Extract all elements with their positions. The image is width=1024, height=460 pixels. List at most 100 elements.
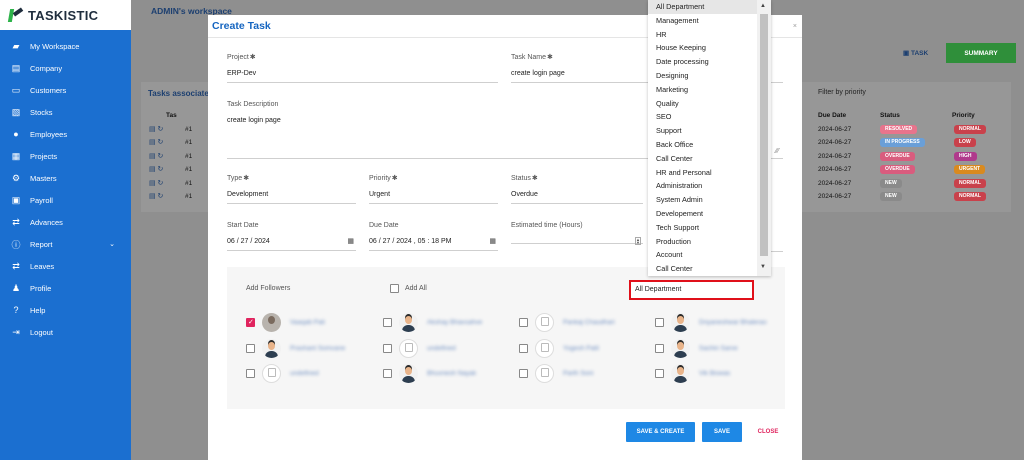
follower-checkbox[interactable]	[519, 344, 528, 353]
follower-checkbox[interactable]	[383, 344, 392, 353]
filter-by-priority[interactable]: Filter by priority	[818, 89, 866, 96]
department-option[interactable]: Quality	[648, 97, 758, 111]
sidebar-item-advances[interactable]: ⇄ Advances	[0, 211, 131, 233]
column-priority: Priority	[952, 112, 975, 119]
department-option[interactable]: Administration	[648, 179, 758, 193]
close-icon[interactable]: ×	[793, 23, 797, 30]
avatar	[262, 339, 281, 358]
department-option[interactable]: House Keeping	[648, 41, 758, 55]
follower-item[interactable]: Yogesh Patil	[535, 339, 599, 358]
add-all-checkbox[interactable]	[390, 284, 399, 293]
department-option[interactable]: Back Office	[648, 138, 758, 152]
follower-item[interactable]: Pankaj Chaudhari	[535, 313, 615, 332]
scroll-up-icon[interactable]: ▲	[760, 3, 766, 9]
department-option[interactable]: All Department	[648, 0, 758, 14]
department-dropdown-list: All Department Management HR House Keeping D…	[648, 0, 771, 276]
add-task-button[interactable]: ▣ TASK	[903, 49, 928, 57]
priority-badge: NORMAL	[954, 192, 986, 201]
department-option[interactable]: Production	[648, 235, 758, 249]
follower-checkbox[interactable]	[655, 344, 664, 353]
app-name: TASKISTIC	[28, 7, 99, 23]
row-actions-icon[interactable]: ▤ ↻	[149, 125, 163, 133]
sidebar-item-customers[interactable]: ▭ Customers	[0, 79, 131, 101]
follower-checkbox[interactable]	[519, 369, 528, 378]
follower-item[interactable]: Parth Soni	[535, 364, 593, 383]
follower-item[interactable]: undefined	[399, 339, 456, 358]
save-and-create-button[interactable]: SAVE & CREATE	[626, 422, 695, 442]
department-option[interactable]: Date processing	[648, 55, 758, 69]
department-option[interactable]: Call Center	[648, 262, 758, 276]
row-actions-icon[interactable]: ▤ ↻	[149, 165, 163, 173]
sidebar-item-stocks[interactable]: ▧ Stocks	[0, 101, 131, 123]
number-spinner-icon[interactable]: ▲ ▼	[635, 237, 641, 245]
row-actions-icon[interactable]: ▤ ↻	[149, 192, 163, 200]
close-button[interactable]: CLOSE	[757, 422, 779, 442]
row-actions-icon[interactable]: ▤ ↻	[149, 138, 163, 146]
avatar	[399, 339, 418, 358]
department-option[interactable]: HR	[648, 28, 758, 42]
due-date-input[interactable]: 06 / 27 / 2024 , 05 : 18 PM ▦	[369, 238, 498, 251]
sidebar-item-masters[interactable]: ⚙ Masters	[0, 167, 131, 189]
department-option[interactable]: Call Center	[648, 152, 758, 166]
status-select[interactable]: Overdue	[511, 191, 643, 204]
resize-handle-icon[interactable]: ⁄⁄⁄	[775, 148, 779, 155]
sidebar-item-projects[interactable]: ▦ Projects	[0, 145, 131, 167]
department-option[interactable]: SEO	[648, 110, 758, 124]
follower-item[interactable]: Dnyaneshwar Bhalerao	[671, 313, 767, 332]
type-select[interactable]: Development	[227, 191, 356, 204]
dropdown-scrollbar[interactable]: ▲ ▼	[757, 0, 771, 276]
follower-item[interactable]: Bhuvnesh Nayak	[399, 364, 476, 383]
sidebar-item-company[interactable]: ▤ Company	[0, 57, 131, 79]
estimated-time-input[interactable]: ▲ ▼	[511, 237, 643, 245]
department-option[interactable]: Support	[648, 124, 758, 138]
summary-button[interactable]: SUMMARY	[946, 43, 1016, 63]
row-actions-icon[interactable]: ▤ ↻	[149, 152, 163, 160]
department-option[interactable]: HR and Personal	[648, 166, 758, 180]
department-option[interactable]: Designing	[648, 69, 758, 83]
follower-name: Pankaj Chaudhari	[563, 319, 615, 326]
department-option[interactable]: Marketing	[648, 83, 758, 97]
sidebar-item-help[interactable]: ? Help	[0, 299, 131, 321]
follower-checkbox[interactable]	[246, 344, 255, 353]
department-option[interactable]: Developement	[648, 207, 758, 221]
sidebar-item-report[interactable]: ⓘ Report ⌄	[0, 233, 131, 255]
follower-checkbox[interactable]	[519, 318, 528, 327]
project-select[interactable]: ERP-Dev	[227, 70, 498, 83]
exchange-icon: ⇄	[12, 260, 20, 271]
save-button[interactable]: SAVE	[702, 422, 742, 442]
sidebar-item-employees[interactable]: ● Employees	[0, 123, 131, 145]
follower-item[interactable]: Sachin Sarve	[671, 339, 738, 358]
avatar	[535, 339, 554, 358]
logo[interactable]: TASKISTIC	[0, 0, 131, 30]
due-date: 2024-06-27	[818, 152, 852, 160]
scrollbar-thumb[interactable]	[760, 14, 768, 256]
follower-checkbox[interactable]	[246, 369, 255, 378]
follower-checkbox[interactable]	[655, 369, 664, 378]
follower-checkbox[interactable]	[383, 369, 392, 378]
due-date: 2024-06-27	[818, 125, 852, 133]
follower-item[interactable]: undefined	[262, 364, 319, 383]
follower-checkbox[interactable]	[383, 318, 392, 327]
start-date-input[interactable]: 06 / 27 / 2024 ▦	[227, 238, 356, 251]
calendar-icon[interactable]: ▦	[489, 237, 496, 245]
follower-checkbox[interactable]	[246, 318, 255, 327]
sidebar-item-leaves[interactable]: ⇄ Leaves	[0, 255, 131, 277]
department-option[interactable]: Account	[648, 248, 758, 262]
row-actions-icon[interactable]: ▤ ↻	[149, 179, 163, 187]
department-option[interactable]: System Admin	[648, 193, 758, 207]
sidebar-item-payroll[interactable]: ▣ Payroll	[0, 189, 131, 211]
follower-checkbox[interactable]	[655, 318, 664, 327]
sidebar-item-logout[interactable]: ⇥ Logout	[0, 321, 131, 343]
department-option[interactable]: Tech Support	[648, 221, 758, 235]
department-option[interactable]: Management	[648, 14, 758, 28]
calendar-icon[interactable]: ▦	[347, 237, 354, 245]
sidebar-item-my-workspace[interactable]: ▰ My Workspace	[0, 35, 131, 57]
follower-item[interactable]: Prashant Somvane	[262, 339, 345, 358]
follower-item[interactable]: Akshay Bhavsahve	[399, 313, 482, 332]
scroll-down-icon[interactable]: ▼	[760, 264, 766, 270]
department-select[interactable]: All Department	[629, 280, 754, 300]
sidebar-item-profile[interactable]: ♟ Profile	[0, 277, 131, 299]
follower-item[interactable]: Vaaqab Pati	[262, 313, 325, 332]
follower-item[interactable]: Vik Biswas	[671, 364, 730, 383]
priority-select[interactable]: Urgent	[369, 191, 498, 204]
